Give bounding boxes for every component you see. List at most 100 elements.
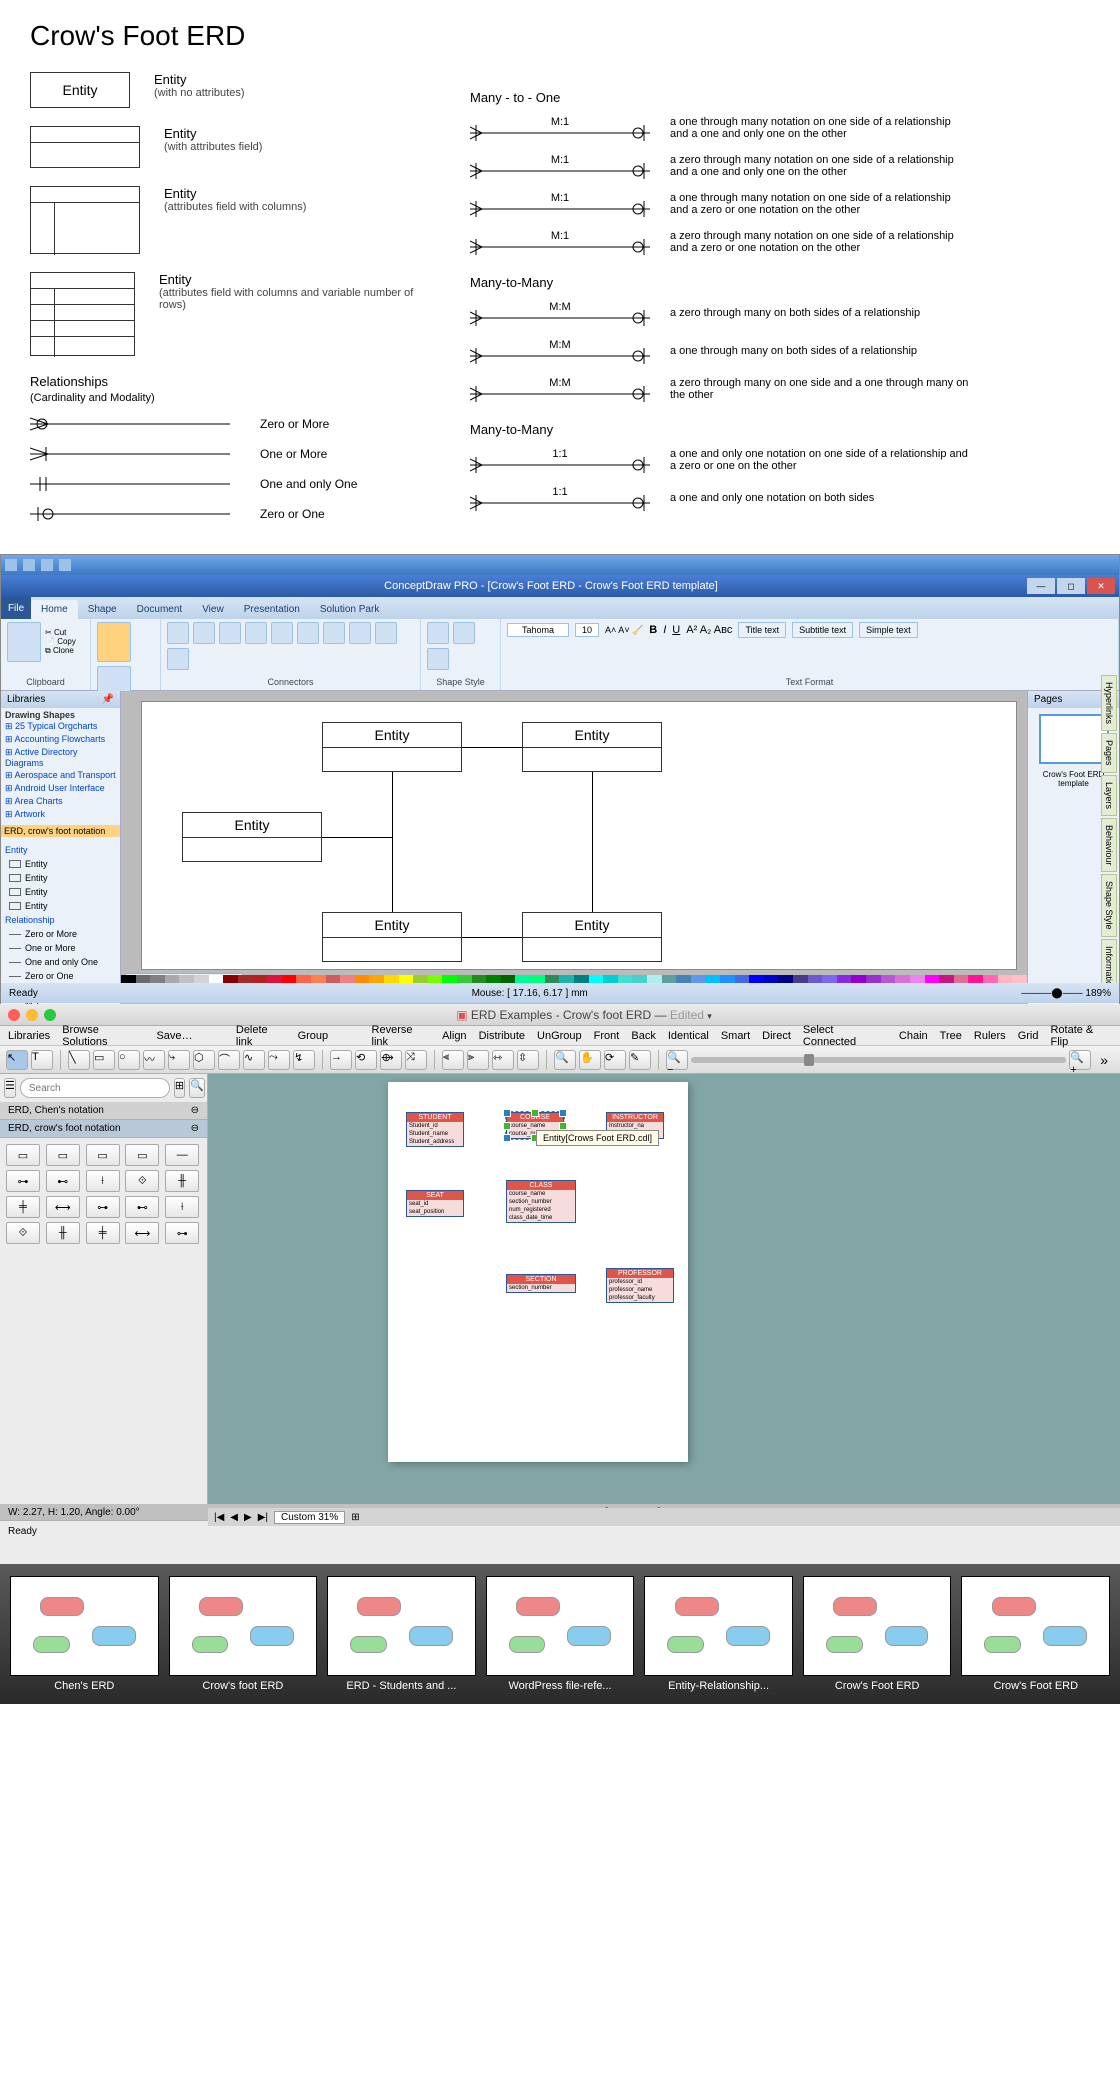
distribute-v[interactable]: ⇳ xyxy=(517,1050,539,1070)
text-tool[interactable]: T xyxy=(31,1050,53,1070)
simple-text-button[interactable]: Simple text xyxy=(859,622,918,638)
maximize-button[interactable]: ◻ xyxy=(1057,578,1085,594)
menu-tree[interactable]: Tree xyxy=(940,1030,962,1042)
gallery-item[interactable]: ERD - Students and ... xyxy=(327,1576,476,1692)
side-tab-hyperlinks[interactable]: Hyperlinks xyxy=(1101,675,1117,731)
connector-round[interactable] xyxy=(323,622,345,644)
shape-relationship[interactable]: Zero or More xyxy=(5,927,116,941)
lib-item[interactable]: ⊞ Area Charts xyxy=(5,795,116,808)
app-icon[interactable] xyxy=(5,559,17,571)
side-tab-layers[interactable]: Layers xyxy=(1101,775,1117,816)
pan-tool[interactable]: ✋ xyxy=(579,1050,601,1070)
paste-button[interactable] xyxy=(7,622,41,662)
bold-button[interactable]: B xyxy=(649,624,657,636)
zoom-label[interactable]: Custom 31% xyxy=(274,1511,345,1524)
tab-view[interactable]: View xyxy=(192,600,234,619)
connector-tree[interactable] xyxy=(375,622,397,644)
connector-point[interactable] xyxy=(167,648,189,670)
conn-smart[interactable]: ⤨ xyxy=(405,1050,427,1070)
connector-curve[interactable] xyxy=(297,622,319,644)
gallery-item[interactable]: Crow's Foot ERD xyxy=(961,1576,1110,1692)
mac-shape[interactable]: ╫ xyxy=(165,1170,199,1192)
rotate-tool[interactable]: ⟳ xyxy=(604,1050,626,1070)
lib-item[interactable]: ⊞ Artwork xyxy=(5,808,116,821)
conn-round[interactable]: ⟴ xyxy=(380,1050,402,1070)
page-thumbnail[interactable] xyxy=(1039,714,1109,764)
gallery-item[interactable]: Crow's foot ERD xyxy=(169,1576,318,1692)
menu-identical[interactable]: Identical xyxy=(668,1030,709,1042)
zoom-slider[interactable] xyxy=(691,1057,1066,1063)
lib-crowsfoot[interactable]: ERD, crow's foot notation⊖ xyxy=(0,1120,207,1138)
mac-shape[interactable]: ⊷ xyxy=(46,1170,80,1192)
qa-undo-icon[interactable] xyxy=(41,559,53,571)
connector-drawing-shapes[interactable] xyxy=(167,622,189,644)
mac-zoom-button[interactable] xyxy=(44,1009,56,1021)
connector-direct[interactable] xyxy=(193,622,215,644)
lib-item[interactable]: ⊞ Android User Interface xyxy=(5,782,116,795)
qa-redo-icon[interactable] xyxy=(59,559,71,571)
menu-browse-solutions[interactable]: Browse Solutions xyxy=(62,1024,144,1048)
mac-shape[interactable]: ⊶ xyxy=(6,1170,40,1192)
menu-delete-link[interactable]: Delete link xyxy=(236,1024,286,1048)
gallery-item[interactable]: Entity-Relationship... xyxy=(644,1576,793,1692)
prev-page-button[interactable]: ◀ xyxy=(230,1512,238,1523)
shape-entity[interactable]: Entity xyxy=(5,885,116,899)
font-size[interactable]: 10 xyxy=(575,623,599,637)
lib-chen[interactable]: ERD, Chen's notation⊖ xyxy=(0,1102,207,1120)
line-button[interactable] xyxy=(453,622,475,644)
smart-tool[interactable]: ↯ xyxy=(293,1050,315,1070)
distribute-h[interactable]: ⇿ xyxy=(492,1050,514,1070)
connector-smart[interactable] xyxy=(271,622,293,644)
mac-shape[interactable]: ⊷ xyxy=(125,1196,159,1218)
menu-front[interactable]: Front xyxy=(594,1030,620,1042)
menu-smart[interactable]: Smart xyxy=(721,1030,750,1042)
lib-drawing-shapes[interactable]: Drawing Shapes xyxy=(5,710,116,720)
menu-select-connected[interactable]: Select Connected xyxy=(803,1024,887,1048)
mac-close-button[interactable] xyxy=(8,1009,20,1021)
library-selected[interactable]: ERD, crow's foot notation xyxy=(1,825,120,837)
menu-align[interactable]: Align xyxy=(442,1030,466,1042)
mac-shape[interactable]: ⟷ xyxy=(46,1196,80,1218)
title-text-button[interactable]: Title text xyxy=(738,622,786,638)
eyedropper-tool[interactable]: ✎ xyxy=(629,1050,651,1070)
mac-shape[interactable]: ⟊ xyxy=(86,1170,120,1192)
menu-rotate---flip[interactable]: Rotate & Flip xyxy=(1050,1024,1112,1048)
tab-solution-park[interactable]: Solution Park xyxy=(310,600,389,619)
connector-tool[interactable]: ⤷ xyxy=(168,1050,190,1070)
shape-entity[interactable]: Entity xyxy=(5,857,116,871)
side-tab-pages[interactable]: Pages xyxy=(1101,733,1117,773)
menu-libraries[interactable]: Libraries xyxy=(8,1030,50,1042)
drawing-canvas[interactable]: Entity Entity Entity Entity Entity Crow'… xyxy=(121,691,1027,1005)
align-center[interactable]: ⫸ xyxy=(467,1050,489,1070)
file-tab[interactable]: File xyxy=(1,597,31,619)
mac-shape[interactable]: ⊶ xyxy=(86,1196,120,1218)
conn-direct[interactable]: → xyxy=(330,1050,352,1070)
menu-group[interactable]: Group xyxy=(298,1030,329,1042)
qa-save-icon[interactable] xyxy=(23,559,35,571)
side-tab-behaviour[interactable]: Behaviour xyxy=(1101,818,1117,873)
ellipse-tool[interactable]: ○ xyxy=(118,1050,140,1070)
conn-arc[interactable]: ⟲ xyxy=(355,1050,377,1070)
menu-chain[interactable]: Chain xyxy=(899,1030,928,1042)
zoom-control[interactable]: ———⬤—— 189% xyxy=(1021,988,1111,999)
pointer-tool[interactable]: ↖ xyxy=(6,1050,28,1070)
mac-shape[interactable]: ⟷ xyxy=(125,1222,159,1244)
shape-relationship[interactable]: One and only One xyxy=(5,955,116,969)
menu-reverse-link[interactable]: Reverse link xyxy=(372,1024,431,1048)
menu-back[interactable]: Back xyxy=(631,1030,655,1042)
mac-shape[interactable]: ╪ xyxy=(6,1196,40,1218)
zoom-in-button[interactable]: 🔍+ xyxy=(1069,1050,1091,1070)
view-grid-button[interactable]: ⊞ xyxy=(174,1078,185,1098)
next-page-button[interactable]: ▶ xyxy=(244,1512,252,1523)
menu-ungroup[interactable]: UnGroup xyxy=(537,1030,582,1042)
last-page-button[interactable]: ▶| xyxy=(258,1512,268,1523)
font-select[interactable]: Tahoma xyxy=(507,623,569,637)
shape-entity[interactable]: Entity xyxy=(5,871,116,885)
erd-student[interactable]: STUDENT Student_id Student_name Student_… xyxy=(406,1112,464,1147)
close-button[interactable]: ✕ xyxy=(1087,578,1115,594)
mac-shape[interactable]: ⊶ xyxy=(165,1222,199,1244)
line-tool[interactable]: ╲ xyxy=(68,1050,90,1070)
mac-shape[interactable]: ▭ xyxy=(6,1144,40,1166)
arc-tool[interactable]: ⌒ xyxy=(218,1050,240,1070)
toolbar-overflow[interactable]: » xyxy=(1094,1052,1114,1068)
